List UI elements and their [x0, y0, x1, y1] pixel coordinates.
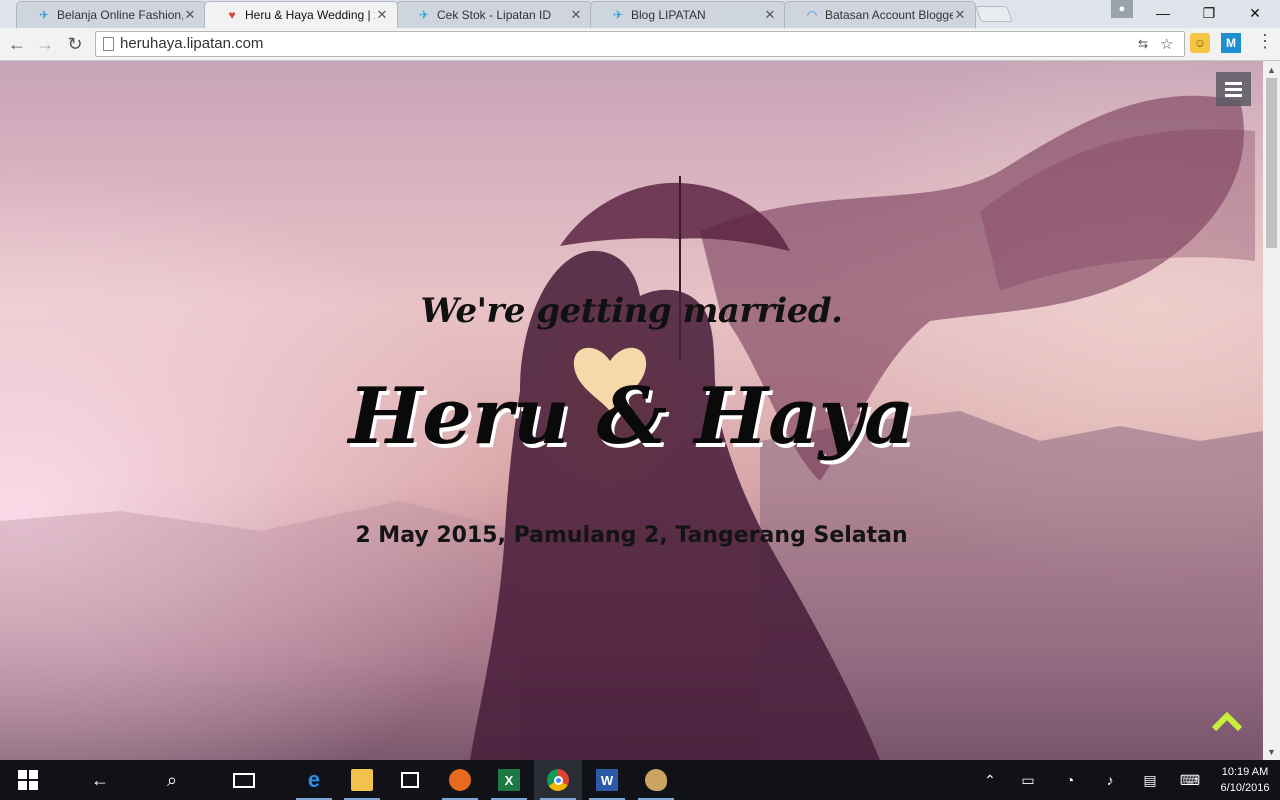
tab-heru-haya-wedding[interactable]: ♥ Heru & Haya Wedding | 2- ✕ [204, 1, 398, 28]
tab-batasan-account[interactable]: ◠ Batasan Account Blogger ✕ [784, 1, 976, 28]
battery-icon[interactable]: ▭ [1016, 760, 1040, 800]
action-center-icon[interactable]: ▤ [1138, 760, 1162, 800]
show-hidden-icons-chevron-icon[interactable]: ⌃ [978, 760, 1002, 800]
m-extension-icon[interactable]: M [1221, 33, 1241, 53]
tab-strip: ✈ Belanja Online Fashion, Ko ✕ ✈ Cek Sto… [0, 0, 1280, 28]
excel-icon[interactable]: X [485, 760, 533, 800]
back-arrow-icon[interactable]: ← [5, 32, 29, 56]
scroll-up-arrow-icon[interactable]: ▲ [1263, 61, 1280, 78]
scroll-down-arrow-icon[interactable]: ▼ [1263, 743, 1280, 760]
chrome-icon[interactable] [534, 760, 582, 800]
forward-arrow-icon[interactable]: → [33, 32, 57, 56]
tagline: We're getting married. [420, 291, 843, 331]
volume-icon[interactable]: ♪ [1098, 760, 1122, 800]
heart-icon: ♥ [228, 8, 236, 22]
start-button[interactable] [4, 760, 52, 800]
loading-icon: ◠ [806, 8, 818, 22]
profile-icon[interactable]: ● [1111, 0, 1133, 18]
task-view-icon[interactable] [220, 760, 268, 800]
scrollbar-thumb[interactable] [1266, 78, 1277, 248]
menu-icon[interactable]: ⋮ [1256, 32, 1274, 50]
windows-taskbar: ← ⌕ e X W ⌃ ▭ ◔ ♪ ▤ ⌨ 10:19 AM 6/10/2016 [0, 760, 1280, 800]
store-icon[interactable] [386, 760, 434, 800]
tab-blog-lipatan[interactable]: ✈ Blog LIPATAN ✕ [590, 1, 786, 28]
restore-button[interactable]: ❐ [1186, 0, 1232, 26]
bird-icon: ✈ [38, 8, 50, 22]
windows-logo-icon [18, 770, 38, 790]
wifi-icon[interactable]: ◔ [1058, 760, 1082, 800]
clock-time: 10:19 AM [1221, 766, 1269, 778]
page-scrollbar[interactable]: ▲ ▼ [1263, 61, 1280, 760]
firefox-icon[interactable] [436, 760, 484, 800]
close-icon[interactable]: ✕ [375, 7, 389, 23]
address-bar[interactable]: heruhaya.lipatan.com ⇆ ☆ [95, 31, 1185, 57]
browser-toolbar: ← → ↻ heruhaya.lipatan.com ⇆ ☆ ☺ M ⋮ [0, 28, 1280, 61]
reload-icon[interactable]: ↻ [63, 32, 87, 56]
back-arrow-icon[interactable]: ← [76, 760, 124, 800]
tab-label: Batasan Account Blogger [825, 8, 953, 22]
bird-icon: ✈ [418, 8, 430, 22]
url-text[interactable]: heruhaya.lipatan.com [120, 35, 263, 52]
minimize-button[interactable]: — [1140, 0, 1186, 26]
page-icon [103, 37, 114, 51]
search-icon[interactable]: ⌕ [148, 760, 196, 800]
bird-icon: ✈ [612, 8, 624, 22]
new-tab-button[interactable] [975, 6, 1013, 22]
translate-icon[interactable]: ⇆ [1138, 37, 1148, 51]
clock-date: 6/10/2016 [1220, 782, 1270, 794]
tab-label: Cek Stok - Lipatan ID [437, 8, 552, 22]
tab-cek-stok[interactable]: ✈ Cek Stok - Lipatan ID ✕ [396, 1, 592, 28]
tab-label: Belanja Online Fashion, Ko [57, 8, 183, 22]
close-window-button[interactable]: ✕ [1232, 0, 1278, 26]
event-details: 2 May 2015, Pamulang 2, Tangerang Selata… [355, 523, 908, 548]
paint-icon[interactable] [632, 760, 680, 800]
tab-label: Heru & Haya Wedding | 2- [245, 8, 375, 22]
close-icon[interactable]: ✕ [763, 7, 777, 23]
couple-names-title: Heru & Haya [348, 371, 915, 462]
file-explorer-icon[interactable] [338, 760, 386, 800]
close-icon[interactable]: ✕ [569, 7, 583, 23]
close-icon[interactable]: ✕ [953, 7, 967, 23]
tab-belanja-online[interactable]: ✈ Belanja Online Fashion, Ko ✕ [16, 1, 206, 28]
hamburger-menu-button[interactable] [1216, 72, 1251, 106]
edge-icon[interactable]: e [290, 760, 338, 800]
scroll-to-top-icon[interactable] [1210, 709, 1244, 733]
tab-label: Blog LIPATAN [631, 8, 706, 22]
keyboard-icon[interactable]: ⌨ [1176, 760, 1204, 800]
extension-icon[interactable]: ☺ [1190, 33, 1210, 53]
close-icon[interactable]: ✕ [183, 7, 197, 23]
system-clock[interactable]: 10:19 AM 6/10/2016 [1216, 764, 1274, 796]
wedding-hero: We're getting married. Heru & Haya 2 May… [0, 61, 1263, 760]
star-icon[interactable]: ☆ [1160, 35, 1173, 53]
word-icon[interactable]: W [583, 760, 631, 800]
